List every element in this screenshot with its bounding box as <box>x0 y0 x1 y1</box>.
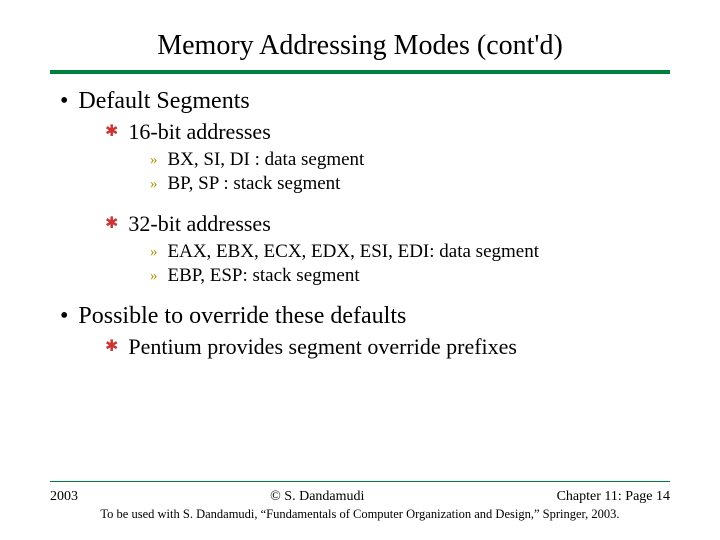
text: BP, SP : stack segment <box>168 173 341 195</box>
footer-page: Chapter 11: Page 14 <box>557 489 670 505</box>
chevron-icon: » <box>150 173 158 195</box>
text: Default Segments <box>78 88 249 115</box>
footer-year: 2003 <box>50 489 78 505</box>
text: EAX, EBX, ECX, EDX, ESI, EDI: data segme… <box>168 241 540 263</box>
bullet-default-segments: • Default Segments <box>60 88 670 115</box>
text: 32-bit addresses <box>128 211 270 237</box>
footer: 2003 © S. Dandamudi Chapter 11: Page 14 … <box>50 489 670 522</box>
footer-rule <box>50 481 670 482</box>
slide-title: Memory Addressing Modes (cont'd) <box>50 30 670 62</box>
bullet-16bit-stack: » BP, SP : stack segment <box>150 173 670 195</box>
text: Pentium provides segment override prefix… <box>128 334 517 360</box>
star-icon: ✱ <box>105 211 118 237</box>
bullet-32bit-stack: » EBP, ESP: stack segment <box>150 265 670 287</box>
bullet-override: • Possible to override these defaults <box>60 303 670 330</box>
chevron-icon: » <box>150 265 158 287</box>
footer-citation: To be used with S. Dandamudi, “Fundament… <box>50 507 670 522</box>
dot-icon: • <box>60 303 68 330</box>
star-icon: ✱ <box>105 119 118 145</box>
text: 16-bit addresses <box>128 119 270 145</box>
dot-icon: • <box>60 88 68 115</box>
footer-copyright: © S. Dandamudi <box>270 489 364 505</box>
bullet-16bit: ✱ 16-bit addresses <box>105 119 670 145</box>
slide-content: • Default Segments ✱ 16-bit addresses » … <box>50 88 670 360</box>
bullet-32bit: ✱ 32-bit addresses <box>105 211 670 237</box>
star-icon: ✱ <box>105 334 118 360</box>
text: EBP, ESP: stack segment <box>168 265 360 287</box>
bullet-16bit-data: » BX, SI, DI : data segment <box>150 149 670 171</box>
slide: Memory Addressing Modes (cont'd) • Defau… <box>0 0 720 540</box>
chevron-icon: » <box>150 241 158 263</box>
text: BX, SI, DI : data segment <box>168 149 365 171</box>
title-rule <box>50 70 670 74</box>
bullet-32bit-data: » EAX, EBX, ECX, EDX, ESI, EDI: data seg… <box>150 241 670 263</box>
chevron-icon: » <box>150 149 158 171</box>
text: Possible to override these defaults <box>78 303 406 330</box>
bullet-pentium-prefixes: ✱ Pentium provides segment override pref… <box>105 334 670 360</box>
